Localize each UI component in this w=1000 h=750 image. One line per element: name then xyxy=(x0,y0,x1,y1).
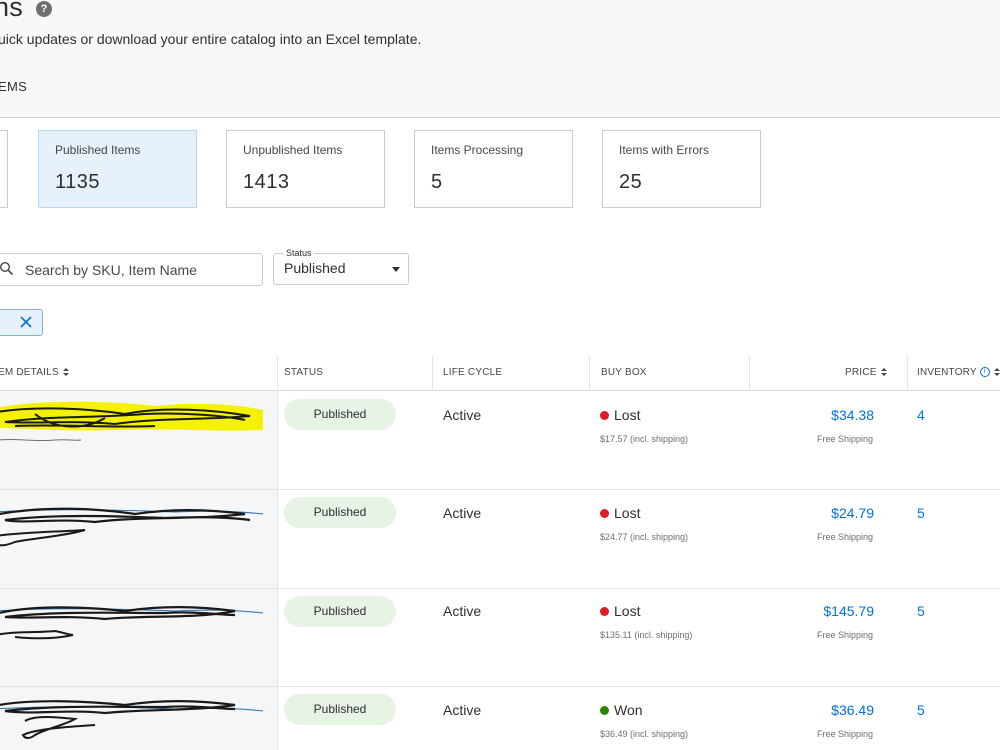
chevron-down-icon xyxy=(392,267,400,272)
summary-card-partial[interactable] xyxy=(0,130,8,208)
column-header-label: INVENTORY xyxy=(917,367,977,378)
column-divider xyxy=(749,356,750,391)
buy-box-status-label: Won xyxy=(614,702,643,718)
search-icon xyxy=(0,262,13,275)
redacted-scribble xyxy=(0,507,264,547)
column-header-life-cycle: LIFE CYCLE xyxy=(443,367,503,378)
card-label: Published Items xyxy=(55,143,141,157)
price-link[interactable]: $24.79 xyxy=(760,505,874,521)
tab-items[interactable]: EMS xyxy=(0,79,27,94)
column-divider xyxy=(277,490,278,588)
summary-card-errors[interactable]: Items with Errors 25 xyxy=(602,130,761,208)
card-value: 1413 xyxy=(243,171,290,193)
card-label: Items with Errors xyxy=(619,143,710,157)
buy-box-lost-icon xyxy=(600,410,609,420)
inventory-link[interactable]: 4 xyxy=(917,407,925,423)
summary-card-unpublished[interactable]: Unpublished Items 1413 xyxy=(226,130,385,208)
redacted-scribble xyxy=(0,401,263,442)
column-header-item-details[interactable]: EM DETAILS xyxy=(0,367,69,378)
shipping-note: Free Shipping xyxy=(816,434,873,444)
card-label: Unpublished Items xyxy=(243,143,343,157)
question-circle-icon[interactable]: ? xyxy=(36,1,52,17)
card-value: 1135 xyxy=(55,171,101,193)
search-input[interactable] xyxy=(25,254,255,285)
card-label: Items Processing xyxy=(431,143,524,157)
column-divider xyxy=(277,356,278,391)
price-link[interactable]: $145.79 xyxy=(760,603,874,619)
column-header-inventory[interactable]: INVENTORY i xyxy=(917,367,1000,378)
buy-box-status: Lost xyxy=(600,603,640,619)
inventory-link[interactable]: 5 xyxy=(917,505,925,521)
inventory-link[interactable]: 5 xyxy=(917,603,925,619)
column-header-label: PRICE xyxy=(845,367,877,378)
redacted-scribble xyxy=(0,700,264,739)
buy-box-status: Lost xyxy=(600,505,640,521)
column-divider xyxy=(907,356,908,391)
page-title: ns xyxy=(0,0,23,22)
sort-icon[interactable] xyxy=(62,367,69,377)
life-cycle-value: Active xyxy=(443,603,482,619)
column-header-label: EM DETAILS xyxy=(0,367,59,378)
column-divider xyxy=(277,391,278,489)
buy-box-status-label: Lost xyxy=(614,505,641,521)
buy-box-status-label: Lost xyxy=(614,603,641,619)
card-value: 25 xyxy=(619,171,643,193)
life-cycle-value: Active xyxy=(443,407,482,423)
status-badge: Published xyxy=(284,694,396,725)
summary-card-published[interactable]: Published Items 1135 xyxy=(38,130,197,208)
page-subtitle: uick updates or download your entire cat… xyxy=(0,31,422,47)
close-icon[interactable] xyxy=(19,315,33,329)
shipping-note: Free Shipping xyxy=(816,532,873,542)
buy-box-lost-icon xyxy=(600,606,609,616)
column-divider xyxy=(589,356,590,391)
buy-box-won-icon xyxy=(600,705,609,715)
inventory-link[interactable]: 5 xyxy=(917,702,925,718)
active-filter-chip[interactable] xyxy=(0,309,43,336)
status-badge: Published xyxy=(284,497,396,528)
table-header: EM DETAILS STATUS LIFE CYCLE BUY BOX PRI… xyxy=(0,356,1000,391)
buy-box-status-label: Lost xyxy=(614,407,641,423)
status-dropdown-label: Status xyxy=(284,248,314,258)
column-header-buy-box: BUY BOX xyxy=(601,367,647,378)
page-header: ns ? uick updates or download your entir… xyxy=(0,0,1000,118)
column-divider xyxy=(277,687,278,750)
price-link[interactable]: $34.38 xyxy=(760,407,874,423)
column-divider xyxy=(277,589,278,687)
status-dropdown-value: Published xyxy=(284,260,346,276)
price-link[interactable]: $36.49 xyxy=(760,702,874,718)
status-badge: Published xyxy=(284,596,396,627)
buy-box-price: $24.77 (incl. shipping) xyxy=(600,532,689,542)
sort-icon[interactable] xyxy=(880,367,887,377)
shipping-note: Free Shipping xyxy=(816,630,873,640)
info-icon[interactable]: i xyxy=(979,367,990,378)
shipping-note: Free Shipping xyxy=(816,729,873,739)
buy-box-price: $135.11 (incl. shipping) xyxy=(600,630,693,640)
status-dropdown[interactable]: Status Published xyxy=(273,248,409,285)
life-cycle-value: Active xyxy=(443,505,482,521)
status-badge: Published xyxy=(284,399,396,430)
buy-box-status: Lost xyxy=(600,407,640,423)
buy-box-price: $36.49 (incl. shipping) xyxy=(600,729,689,739)
column-divider xyxy=(432,356,433,391)
life-cycle-value: Active xyxy=(443,702,482,718)
column-header-price[interactable]: PRICE xyxy=(845,367,887,378)
column-header-status: STATUS xyxy=(284,367,324,378)
summary-card-processing[interactable]: Items Processing 5 xyxy=(414,130,573,208)
buy-box-lost-icon xyxy=(600,508,609,518)
redacted-scribble xyxy=(0,606,264,640)
buy-box-status: Won xyxy=(600,702,643,718)
search-box xyxy=(0,253,263,286)
sort-icon[interactable] xyxy=(993,367,1000,377)
buy-box-price: $17.57 (incl. shipping) xyxy=(600,434,689,444)
card-value: 5 xyxy=(431,171,443,193)
